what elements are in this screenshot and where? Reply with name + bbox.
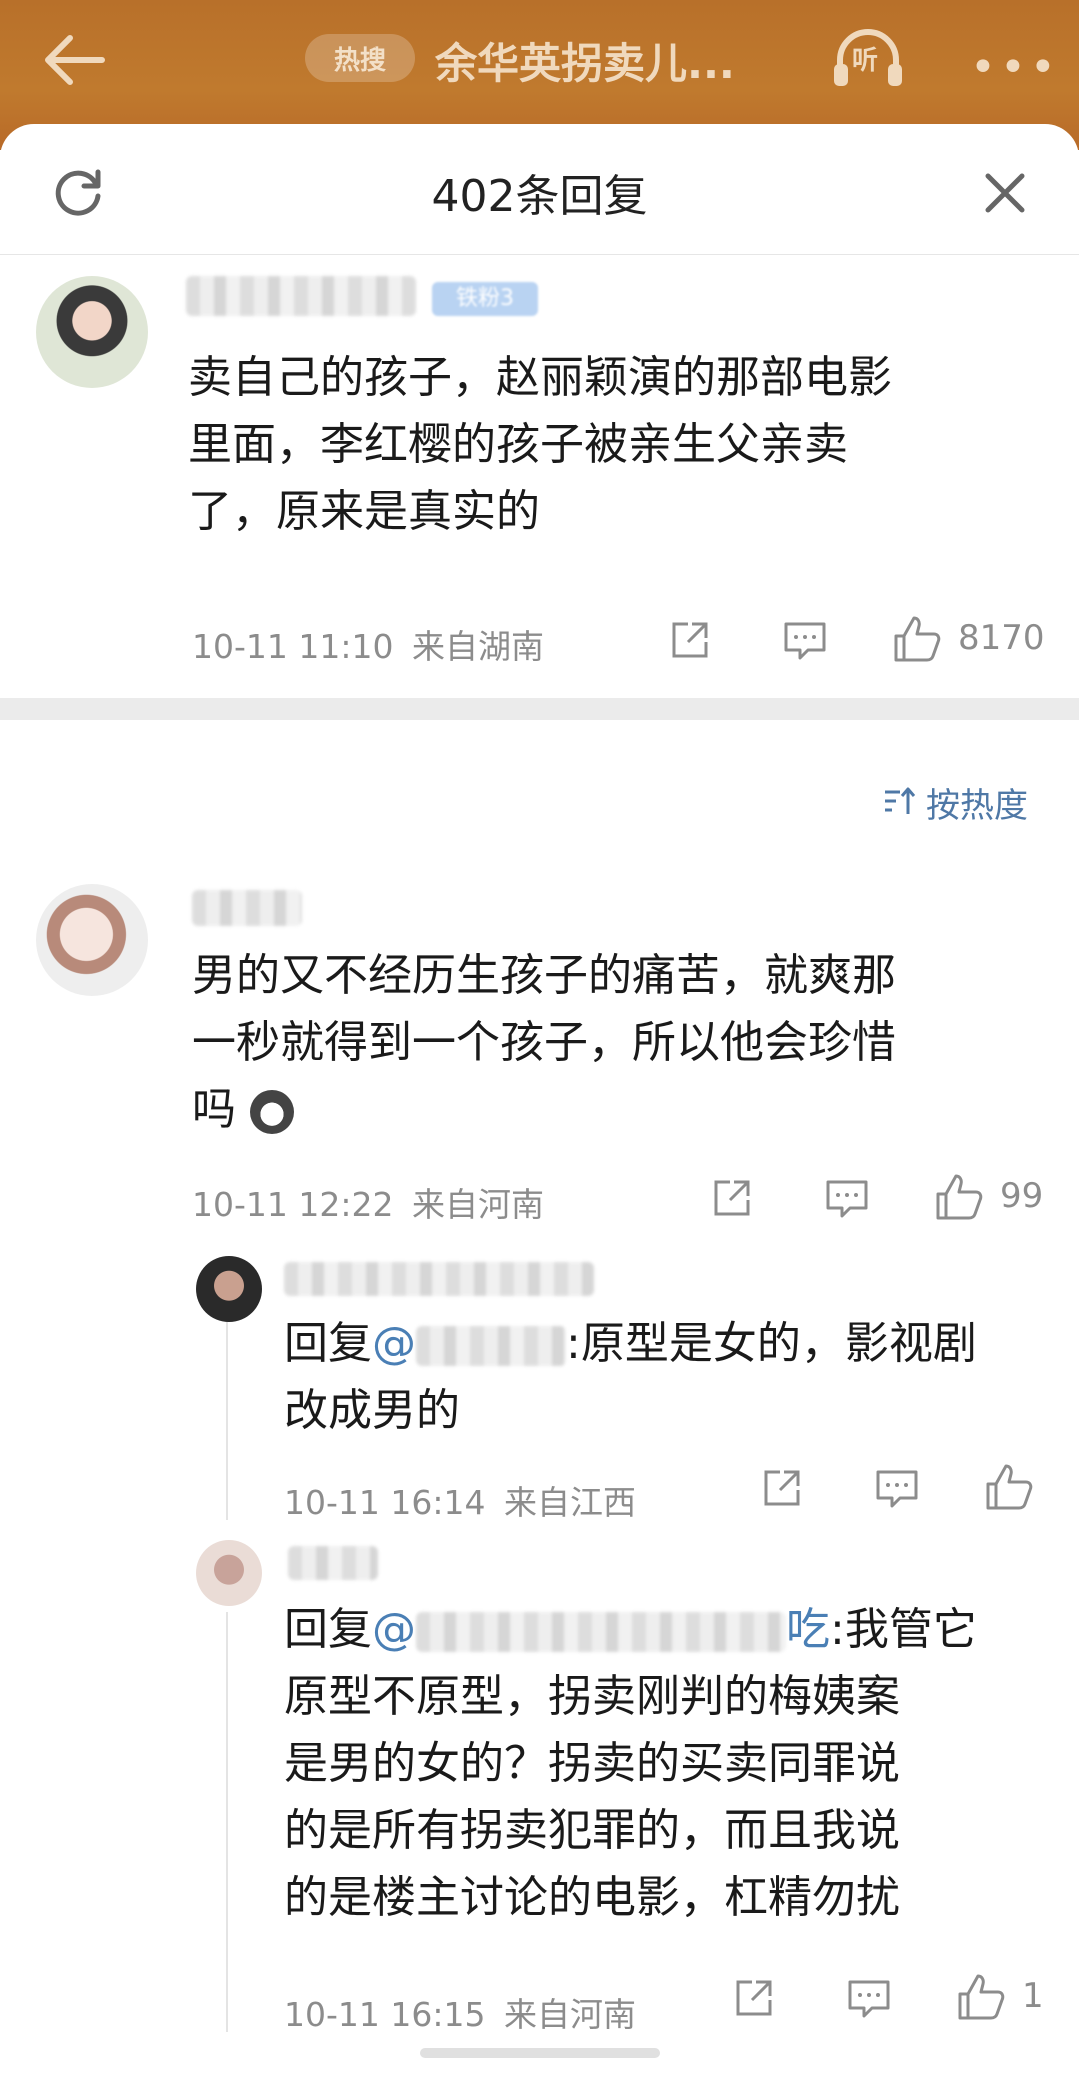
reply-meta: 10-11 16:14 来自江西 <box>284 1476 636 1524</box>
nested-reply-line: 的是所有拐卖犯罪的，而且我说 <box>284 1805 900 1856</box>
reply-body: :原型是女的，影视剧 <box>566 1318 977 1369</box>
nested-reply-line: 原型不原型，拐卖刚判的梅姨案 <box>284 1671 900 1722</box>
mention-blurred <box>416 1326 566 1366</box>
share-icon[interactable] <box>710 1176 754 1220</box>
reply-time: 10-11 12:22 <box>192 1185 394 1224</box>
home-indicator <box>420 2048 660 2058</box>
comment-location: 来自湖南 <box>411 627 544 666</box>
avatar[interactable] <box>196 1256 262 1322</box>
sort-label[interactable]: 按热度 <box>926 778 1028 827</box>
comment-meta: 10-11 11:10 来自湖南 <box>192 620 544 668</box>
like-icon[interactable] <box>984 1462 1034 1512</box>
mention-at: @ <box>372 1604 416 1655</box>
nested-reply-text: 回复@ :原型是女的，影视剧 改成男的 <box>284 1310 1064 1444</box>
fan-badge-label: 铁粉3 <box>456 286 514 311</box>
comment-icon[interactable] <box>782 618 828 664</box>
comment-line: 里面，李红樱的孩子被亲生父亲卖 <box>188 419 848 470</box>
mention-blurred <box>416 1612 786 1652</box>
share-icon[interactable] <box>760 1466 804 1510</box>
hot-search-label: 热搜 <box>333 45 386 76</box>
comment-icon[interactable] <box>824 1176 870 1222</box>
mention-link[interactable]: @ 吃 <box>372 1604 830 1655</box>
nested-reply-line: 是男的女的？拐卖的买卖同罪说 <box>284 1738 900 1789</box>
section-divider <box>0 698 1079 720</box>
page-title[interactable]: 余华英拐卖儿... <box>435 30 735 91</box>
nested-reply-line: 回复@ 吃:我管它 <box>284 1596 1064 1663</box>
listen-button[interactable]: 听 <box>830 26 906 90</box>
comment-line: 卖自己的孩子，赵丽颖演的那部电影 <box>188 352 892 403</box>
reply-line: 男的又不经历生孩子的痛苦，就爽那 <box>192 950 896 1001</box>
like-icon[interactable] <box>892 614 942 664</box>
nested-reply-line: 回复@ :原型是女的，影视剧 <box>284 1310 1064 1377</box>
comment-line: 了，原来是真实的 <box>188 486 540 537</box>
reply-line-end: 吗 <box>192 1084 236 1135</box>
fan-badge: 铁粉3 <box>432 282 538 316</box>
mention-tail: 吃 <box>786 1604 830 1655</box>
more-icon[interactable]: ••• <box>970 42 1060 93</box>
thread-line <box>226 1320 228 1520</box>
dog-emoji-icon <box>250 1090 294 1134</box>
share-icon[interactable] <box>668 618 712 662</box>
avatar[interactable] <box>36 276 148 388</box>
username-blurred[interactable] <box>284 1262 594 1296</box>
reply-time: 10-11 16:14 <box>284 1483 486 1522</box>
comment-text: 卖自己的孩子，赵丽颖演的那部电影 里面，李红樱的孩子被亲生父亲卖 了，原来是真实… <box>188 344 1048 545</box>
listen-label: 听 <box>852 46 879 76</box>
reply-location: 来自江西 <box>503 1483 636 1522</box>
reply-line: 吗 <box>192 1076 1052 1143</box>
sort-icon[interactable] <box>882 784 916 818</box>
close-icon[interactable] <box>980 168 1030 218</box>
like-count: 1 <box>1022 1976 1044 2016</box>
username-blurred[interactable] <box>288 1546 378 1580</box>
thread-line <box>226 1612 228 2032</box>
username-blurred[interactable] <box>192 890 302 926</box>
nested-reply-line: 的是楼主讨论的电影，杠精勿扰 <box>284 1872 900 1923</box>
back-arrow-icon[interactable] <box>40 30 110 90</box>
reply-body: :我管它 <box>830 1604 977 1655</box>
comment-icon[interactable] <box>846 1976 892 2022</box>
nested-reply-text: 回复@ 吃:我管它 原型不原型，拐卖刚判的梅姨案 是男的女的？拐卖的买卖同罪说 的… <box>284 1596 1064 1931</box>
avatar[interactable] <box>36 884 148 996</box>
hot-search-badge[interactable]: 热搜 <box>305 34 415 82</box>
reply-location: 来自河南 <box>503 1995 636 2034</box>
sheet-header: 402条回复 <box>0 124 1079 255</box>
reply-text: 男的又不经历生孩子的痛苦，就爽那 一秒就得到一个孩子，所以他会珍惜 吗 <box>192 942 1052 1143</box>
reply-time: 10-11 16:15 <box>284 1995 486 2034</box>
reply-line: 一秒就得到一个孩子，所以他会珍惜 <box>192 1017 896 1068</box>
comment-time: 10-11 11:10 <box>192 627 394 666</box>
reply-location: 来自河南 <box>411 1185 544 1224</box>
like-icon[interactable] <box>934 1172 984 1222</box>
share-icon[interactable] <box>732 1976 776 2020</box>
like-count: 8170 <box>958 618 1045 658</box>
reply-meta: 10-11 16:15 来自河南 <box>284 1988 636 2036</box>
mention-link[interactable]: @ <box>372 1318 566 1369</box>
comment-icon[interactable] <box>874 1466 920 1512</box>
like-icon[interactable] <box>956 1972 1006 2022</box>
reply-prefix: 回复 <box>284 1318 372 1369</box>
reply-meta: 10-11 12:22 来自河南 <box>192 1178 544 1226</box>
nested-reply-line: 改成男的 <box>284 1385 460 1436</box>
username-blurred[interactable] <box>186 276 416 316</box>
avatar[interactable] <box>196 1540 262 1606</box>
like-count: 99 <box>1000 1176 1044 1216</box>
sheet-title: 402条回复 <box>431 171 648 222</box>
mention-at: @ <box>372 1318 416 1369</box>
reply-prefix: 回复 <box>284 1604 372 1655</box>
